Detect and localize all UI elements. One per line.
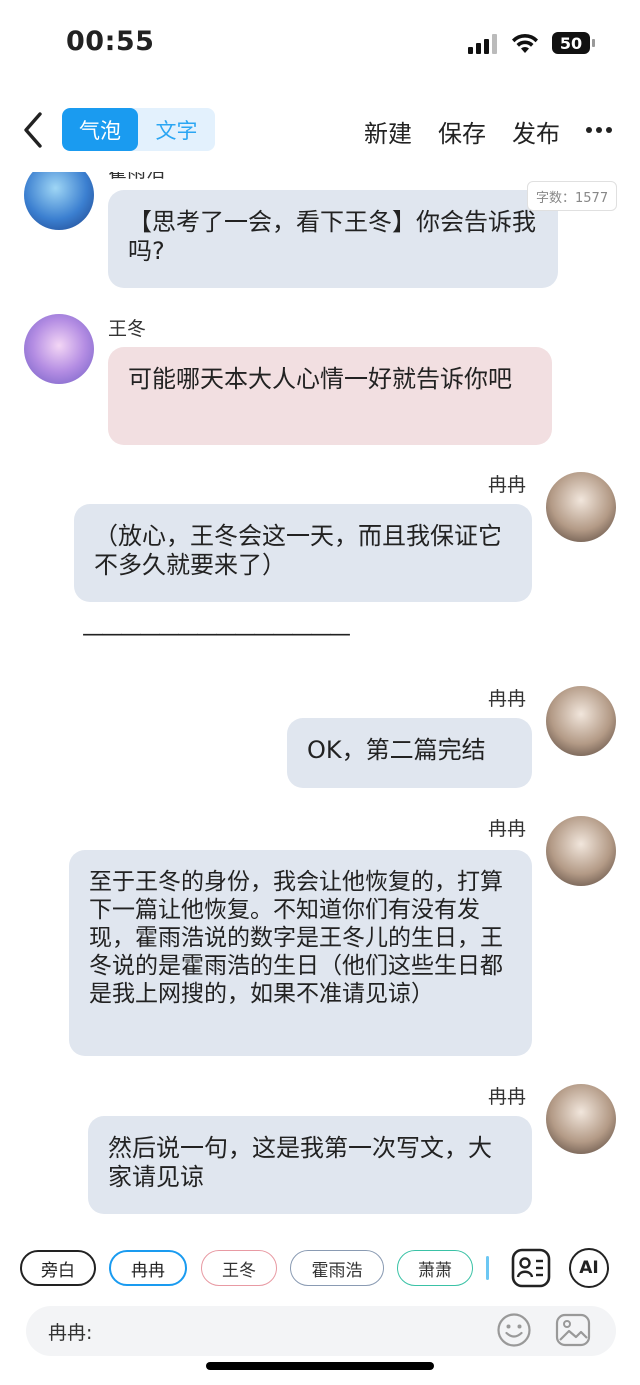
avatar [24,314,94,384]
speaker-name: 霍雨浩 [108,172,165,183]
speaker-name: 冉冉 [488,474,527,496]
tab-text[interactable]: 文字 [138,108,215,151]
tab-bubble[interactable]: 气泡 [62,108,138,151]
back-icon[interactable] [16,108,52,152]
divider-text: —————————————— [82,622,351,647]
image-icon[interactable] [554,1312,592,1348]
battery-level: 50 [559,33,583,53]
chip-huoyuhao[interactable]: 霍雨浩 [290,1250,384,1286]
chip-wangdong[interactable]: 王冬 [201,1250,277,1286]
ai-button[interactable]: AI [569,1248,609,1288]
cellular-signal-icon [468,34,497,54]
emoji-icon[interactable] [496,1312,532,1348]
word-count-badge: 字数：1577 [527,181,618,211]
chip-xiaoxiao[interactable]: 萧萧 [397,1250,473,1286]
message-bubble[interactable]: 然后说一句，这是我第一次写文，大家请见谅 [88,1116,532,1214]
avatar [24,172,94,230]
mode-toggle: 气泡 文字 [62,108,215,151]
save-button[interactable]: 保存 [438,114,486,149]
message-bubble[interactable]: 至于王冬的身份，我会让他恢复的，打算下一篇让他恢复。不知道你们有没有发现，霍雨浩… [69,850,532,1056]
status-time: 00:55 [66,26,155,57]
speaker-name: 冉冉 [488,818,527,840]
ai-label: AI [579,1258,599,1278]
more-icon[interactable] [585,120,613,140]
avatar [546,1084,616,1154]
avatar [546,816,616,886]
speaker-name: 冉冉 [488,688,527,710]
message-bubble[interactable]: 可能哪天本大人心情一好就告诉你吧 [108,347,552,445]
message-bubble[interactable]: 【思考了一会，看下王冬】你会告诉我吗? [108,190,558,288]
wifi-icon [512,33,538,53]
speaker-name: 王冬 [108,318,147,340]
message-bubble[interactable]: （放心，王冬会这一天，而且我保证它不多久就要来了） [74,504,532,602]
character-card-icon[interactable] [510,1247,552,1289]
chip-narration[interactable]: 旁白 [20,1250,96,1286]
chip-ranran[interactable]: 冉冉 [109,1250,187,1286]
chat-area: 霍雨浩 【思考了一会，看下王冬】你会告诉我吗? 王冬 可能哪天本大人心情一好就告… [0,172,640,1228]
home-indicator [206,1362,434,1370]
battery-icon: 50 [552,32,596,54]
chip-overflow-edge [486,1256,489,1280]
avatar [546,686,616,756]
input-speaker-label: 冉冉: [48,1322,93,1344]
new-button[interactable]: 新建 [364,114,412,149]
speaker-name: 冉冉 [488,1086,527,1108]
avatar [546,472,616,542]
message-bubble[interactable]: OK，第二篇完结 [287,718,532,788]
publish-button[interactable]: 发布 [512,114,560,149]
